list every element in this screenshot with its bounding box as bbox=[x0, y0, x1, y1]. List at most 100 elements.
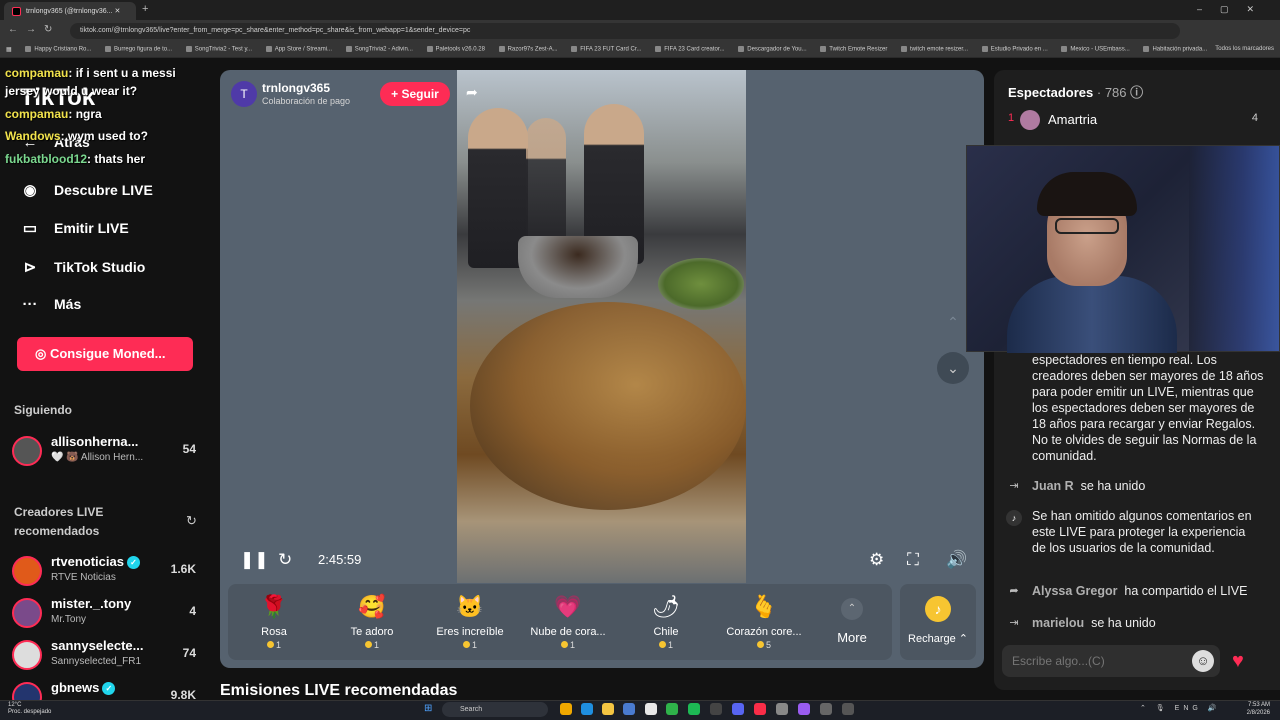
gift-rose[interactable]: 🌹 Rosa 1 bbox=[228, 592, 320, 650]
window-controls[interactable]: –▢✕ bbox=[1197, 4, 1272, 15]
back-nav-icon[interactable]: ← bbox=[8, 24, 18, 35]
bookmark-item[interactable]: Paletools v26.0.28 bbox=[426, 46, 485, 53]
heart-icon[interactable]: ♥ bbox=[1232, 650, 1244, 673]
following-item[interactable]: allisonherna... 🤍 🐻 Allison Hern... 54 bbox=[12, 434, 202, 470]
settings-gear-icon[interactable]: ⚙ bbox=[869, 550, 884, 570]
next-live-button[interactable]: ⌄ bbox=[937, 352, 969, 384]
recommended-creator-item[interactable]: rtvenoticias ✓ RTVE Noticias 1.6K bbox=[12, 554, 202, 590]
bookmark-item[interactable]: App Store / Streami... bbox=[265, 46, 332, 53]
apps-icon[interactable]: ▦ bbox=[6, 46, 12, 53]
get-coins-button[interactable]: ◎ Consigue Moned... bbox=[17, 337, 193, 371]
gift-eres-increible[interactable]: 🐱 Eres increíble 1 bbox=[424, 592, 516, 650]
bookmark-item[interactable]: Burrego figura de to... bbox=[105, 46, 172, 53]
gift-chile[interactable]: 🌶 Chile 1 bbox=[620, 592, 712, 650]
chrome-icon[interactable] bbox=[666, 703, 678, 715]
windows-start-icon[interactable]: ⊞ bbox=[424, 703, 432, 714]
overlay-chat-line: fukbatblood12: thats her bbox=[5, 152, 146, 166]
avatar bbox=[12, 556, 42, 586]
follow-button[interactable]: + Seguir bbox=[380, 82, 450, 106]
coin-icon bbox=[756, 641, 764, 648]
system-tray-icons[interactable]: ⌃ 🎙 ENG 🔊 bbox=[1140, 704, 1221, 712]
recommended-creators-title: Creadores LIVE recomendados bbox=[14, 505, 104, 538]
app-icon[interactable] bbox=[798, 703, 810, 715]
bookmark-item[interactable]: FIFA 23 Card creator... bbox=[655, 46, 725, 53]
reload-icon[interactable]: ↻ bbox=[44, 24, 52, 35]
pause-icon[interactable]: ❚❚ bbox=[240, 550, 269, 570]
gift-heart-cloud[interactable]: 💗 Nube de cora... 1 bbox=[522, 592, 614, 650]
bookmark-item[interactable]: SongTrivia2 - Test y... bbox=[185, 46, 252, 53]
emoji-icon[interactable]: ☺ bbox=[1192, 650, 1214, 672]
app-icon[interactable] bbox=[776, 703, 788, 715]
omitted-comments-message: Se han omitido algunos comentarios en es… bbox=[1032, 509, 1252, 555]
chevron-up-icon: ⌃ bbox=[841, 598, 863, 620]
bookmark-item[interactable]: Twitch Emote Resizer bbox=[820, 46, 887, 53]
bookmark-item[interactable]: Happy Cristiano Ro... bbox=[25, 46, 91, 53]
refresh-icon[interactable]: ↻ bbox=[186, 513, 197, 529]
app-icon[interactable] bbox=[842, 703, 854, 715]
coin-icon bbox=[266, 641, 274, 648]
app-icon[interactable] bbox=[820, 703, 832, 715]
recommended-creator-item[interactable]: mister._.tony Mr.Tony 4 bbox=[12, 596, 202, 632]
previous-live-button[interactable]: ⌃ bbox=[937, 306, 969, 338]
store-icon[interactable] bbox=[623, 703, 635, 715]
folder-icon[interactable] bbox=[602, 703, 614, 715]
video-greens bbox=[658, 258, 744, 310]
chat-event-join: ⇥ Juan R se ha unido bbox=[1006, 479, 1266, 495]
overlay-chat-line: compamau: ngra bbox=[5, 107, 102, 121]
recharge-button[interactable]: ♪ Recharge ⌃ bbox=[900, 584, 976, 660]
gift-finger-heart[interactable]: 🫰 Corazón core... 5 bbox=[718, 592, 810, 650]
bookmark-item[interactable]: SongTrivia2 - Adivin... bbox=[345, 46, 413, 53]
bookmark-item[interactable]: FIFA 23 FUT Card Cr... bbox=[571, 46, 642, 53]
overlay-chat-line: jersey would u wear it? bbox=[5, 84, 138, 98]
avatar bbox=[12, 640, 42, 670]
weather-widget[interactable]: 12°C Proc. despejado bbox=[8, 702, 51, 716]
app-icon[interactable] bbox=[645, 703, 657, 715]
file-explorer-icon[interactable] bbox=[560, 703, 572, 715]
top-viewer-row[interactable]: 1 Amartria 4 bbox=[1008, 110, 1260, 130]
refresh-stream-icon[interactable]: ↻ bbox=[278, 550, 292, 570]
clock[interactable]: 7:53 AM 2/8/2026 bbox=[1247, 701, 1270, 717]
sidebar-item-go-live[interactable]: ▭ Emitir LIVE bbox=[20, 219, 129, 237]
bookmark-item[interactable]: Habitación privada... bbox=[1143, 46, 1207, 53]
chat-event-join: ⇥ marielou se ha unido bbox=[1006, 616, 1266, 632]
fullscreen-icon[interactable]: ⛶ bbox=[907, 550, 919, 570]
bookmark-item[interactable]: Estudio Privado en ... bbox=[981, 46, 1048, 53]
browser-tab[interactable]: trnlongv365 (@trnlongv36... ✕ bbox=[4, 2, 136, 20]
forward-nav-icon[interactable]: → bbox=[26, 24, 36, 35]
rose-icon: 🌹 bbox=[260, 594, 288, 619]
sidebar-item-discover-live[interactable]: ◉ Descubre LIVE bbox=[20, 181, 152, 199]
help-icon: ⓘ bbox=[1130, 85, 1144, 100]
bookmark-item[interactable]: twitch emote resizer... bbox=[901, 46, 968, 53]
spotify-icon[interactable] bbox=[688, 703, 700, 715]
chili-icon: 🌶 bbox=[652, 594, 680, 619]
recommended-creator-item[interactable]: gbnews ✓ 9.8K bbox=[12, 680, 202, 700]
avatar bbox=[12, 682, 42, 700]
all-bookmarks-link[interactable]: Todos los marcadores bbox=[1215, 46, 1274, 52]
music-icon[interactable] bbox=[754, 703, 766, 715]
sidebar-item-studio[interactable]: ⊳ TikTok Studio bbox=[20, 258, 146, 276]
bookmark-item[interactable]: Mexico - USEmbass... bbox=[1061, 46, 1130, 53]
discord-icon[interactable] bbox=[732, 703, 744, 715]
join-icon: ⇥ bbox=[1009, 617, 1019, 629]
coin-icon bbox=[560, 641, 568, 648]
taskbar-search[interactable]: Search bbox=[442, 702, 548, 717]
sidebar-item-more[interactable]: ··· Más bbox=[20, 296, 82, 313]
host-avatar: T bbox=[231, 81, 257, 107]
app-icon[interactable] bbox=[710, 703, 722, 715]
bookmark-item[interactable]: Razor97s Zest-A... bbox=[498, 46, 558, 53]
recommended-creator-item[interactable]: sannyselecte... Sannyselected_FR1 74 bbox=[12, 638, 202, 674]
url-input[interactable]: tiktok.com/@trnlongv365/live?enter_from_… bbox=[70, 23, 1180, 39]
viewers-header[interactable]: Espectadores · 786 ⓘ bbox=[1008, 82, 1143, 101]
volume-icon[interactable]: 🔊 bbox=[946, 550, 967, 570]
live-duration: 2:45:59 bbox=[318, 552, 362, 567]
share-icon: ➦ bbox=[1009, 585, 1019, 597]
host-name: trnlongv365 bbox=[262, 81, 331, 95]
paid-collab-label: Colaboración de pago bbox=[262, 96, 351, 106]
more-gifts-button[interactable]: ⌃ More bbox=[830, 598, 874, 645]
bookmark-item[interactable]: Descargador de You... bbox=[738, 46, 807, 53]
share-icon[interactable]: ➦ bbox=[466, 84, 478, 101]
gift-te-adoro[interactable]: 🥰 Te adoro 1 bbox=[326, 592, 418, 650]
chat-input[interactable] bbox=[1002, 645, 1220, 677]
edge-icon[interactable] bbox=[581, 703, 593, 715]
new-tab-button[interactable]: + bbox=[142, 3, 148, 15]
